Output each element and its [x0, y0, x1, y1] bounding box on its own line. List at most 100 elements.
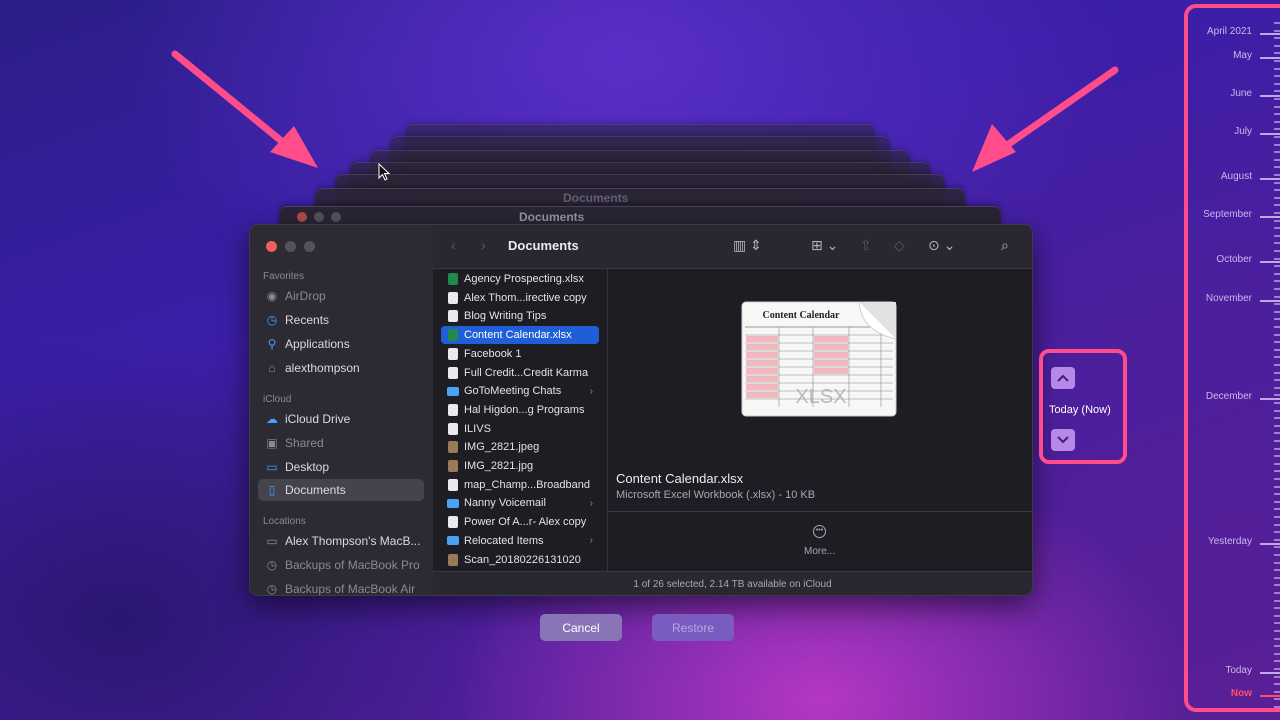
search-button[interactable]: ⌕: [1001, 237, 1009, 254]
timeline-tick: [1274, 470, 1280, 473]
timeline-label[interactable]: September: [1203, 209, 1252, 220]
timeline-tick: [1274, 272, 1280, 275]
sidebar-item-shared[interactable]: ▣ Shared: [258, 432, 424, 454]
timeline-tick: [1274, 424, 1280, 427]
file-list-item[interactable]: Content Calendar.xlsx: [441, 326, 599, 345]
sidebar-item-recents[interactable]: ◷ Recents: [258, 309, 424, 331]
cancel-button[interactable]: Cancel: [540, 614, 622, 641]
timeline-tick: [1274, 295, 1280, 298]
clock-icon: ◷: [266, 313, 278, 327]
timeline-major-tick: [1260, 261, 1280, 263]
close-button[interactable]: [266, 241, 277, 252]
sidebar-item-applications[interactable]: ⚲ Applications: [258, 333, 424, 355]
timeline-major-tick: [1260, 695, 1280, 697]
timeline-label[interactable]: December: [1206, 391, 1252, 402]
sidebar-item-icloud-drive[interactable]: ☁ iCloud Drive: [258, 408, 424, 430]
timeline-tick: [1274, 554, 1280, 556]
file-list-item[interactable]: Relocated Items ›: [441, 532, 599, 550]
timeline-tick: [1274, 52, 1280, 55]
tag-button[interactable]: ◇: [894, 237, 905, 254]
backup-timeline[interactable]: April 2021 May June July August September Octo…: [1184, 4, 1280, 712]
timeline-tick: [1274, 22, 1280, 24]
share-button[interactable]: ⇧: [860, 237, 872, 254]
more-button[interactable]: More...: [804, 546, 835, 557]
file-list-item[interactable]: Scan_20180226131020: [441, 551, 599, 569]
timeline-tick: [1274, 143, 1280, 146]
airdrop-icon: ◉: [266, 289, 278, 303]
home-icon: ⌂: [268, 361, 276, 375]
restore-button[interactable]: Restore: [652, 614, 734, 641]
zoom-dot-icon: [331, 212, 341, 222]
file-list-item[interactable]: Alex Thom...irective copy: [441, 289, 599, 307]
timeline-label[interactable]: June: [1230, 88, 1252, 99]
minimize-button[interactable]: [285, 241, 296, 252]
timeline-tick: [1274, 219, 1280, 222]
timeline-tick: [1274, 402, 1280, 404]
document-file-icon: [448, 403, 458, 416]
timeline-label[interactable]: August: [1221, 171, 1252, 182]
timeline-label[interactable]: April 2021: [1207, 26, 1252, 37]
file-list-item[interactable]: Nanny Voicemail ›: [441, 494, 599, 512]
file-list-item[interactable]: Power Of A...r- Alex copy: [441, 513, 599, 531]
timeline-major-tick: [1260, 672, 1280, 674]
file-list-item[interactable]: map_Champ...Broadband: [441, 476, 599, 494]
view-columns-button[interactable]: ▥ ⇕: [733, 237, 762, 254]
timeline-tick: [1274, 447, 1280, 450]
timeline-tick: [1274, 706, 1280, 708]
zoom-button[interactable]: [304, 241, 315, 252]
file-list-item[interactable]: Agency Prospecting.xlsx: [441, 270, 599, 288]
file-list-item[interactable]: GoToMeeting Chats ›: [441, 382, 599, 400]
forward-button[interactable]: ›: [481, 237, 486, 253]
sidebar-item-label: Desktop: [285, 460, 330, 474]
timeline-label[interactable]: October: [1216, 254, 1252, 265]
sidebar-item-documents[interactable]: ▯ Documents: [258, 479, 424, 501]
timeline-label[interactable]: Yesterday: [1208, 536, 1252, 547]
file-name: GoToMeeting Chats: [464, 385, 562, 398]
sidebar-item-backups-air[interactable]: ◷ Backups of MacBook Air: [258, 578, 424, 596]
timeline-tick: [1274, 508, 1280, 511]
sidebar: Favorites ◉ AirDrop ◷ Recents ⚲ Applicat…: [250, 225, 433, 595]
sidebar-item-home[interactable]: ⌂ alexthompson: [258, 357, 424, 379]
file-list-item[interactable]: Full Credit...Credit Karma: [441, 364, 599, 382]
timeline-label[interactable]: Today: [1225, 665, 1252, 676]
file-list-item[interactable]: Hal Higdon...g Programs: [441, 401, 599, 419]
file-list-item[interactable]: ILIVS: [441, 420, 599, 438]
timeline-tick: [1274, 561, 1280, 564]
sidebar-item-desktop[interactable]: ▭ Desktop: [258, 456, 424, 478]
sidebar-item-label: Applications: [285, 337, 350, 351]
timeline-now-label[interactable]: Now: [1231, 688, 1252, 699]
timeline-label[interactable]: May: [1233, 50, 1252, 61]
cloud-icon: ☁: [266, 412, 278, 426]
earlier-backup-button[interactable]: [1051, 367, 1075, 389]
timeline-tick: [1274, 75, 1280, 78]
later-backup-button[interactable]: [1051, 429, 1075, 451]
group-button[interactable]: ⊞ ⌄: [811, 237, 838, 254]
file-name: IMG_2821.jpg: [464, 460, 534, 472]
timeline-tick: [1274, 500, 1280, 503]
timeline-tick: [1274, 136, 1280, 138]
ghost-window-title: Documents: [519, 210, 585, 224]
current-snapshot-label: Today (Now): [1049, 404, 1111, 416]
file-list-item[interactable]: IMG_2821.jpeg: [441, 438, 599, 456]
file-list-item[interactable]: Blog Writing Tips: [441, 307, 599, 325]
file-list-item[interactable]: Facebook 1: [441, 345, 599, 363]
back-button[interactable]: ‹: [451, 237, 456, 253]
more-icon[interactable]: •••: [813, 525, 826, 538]
timeline-tick: [1274, 303, 1280, 306]
timeline-label[interactable]: July: [1234, 126, 1252, 137]
sidebar-item-macbook[interactable]: ▭ Alex Thompson's MacB...: [258, 530, 424, 552]
timeline-tick: [1274, 683, 1280, 686]
backup-clock-icon: ◷: [266, 582, 278, 596]
timeline-tick: [1274, 120, 1280, 123]
sidebar-item-airdrop[interactable]: ◉ AirDrop: [258, 285, 424, 307]
file-name: Scan_20180226131020: [464, 553, 581, 566]
timeline-tick: [1274, 128, 1280, 131]
spreadsheet-thumbnail-icon: Content Calendar XLSX: [741, 301, 897, 417]
sidebar-item-backups-pro[interactable]: ◷ Backups of MacBook Pro: [258, 554, 424, 576]
timeline-tick: [1274, 569, 1280, 572]
sidebar-item-label: iCloud Drive: [285, 412, 351, 426]
file-list-item[interactable]: IMG_2821.jpg: [441, 457, 599, 475]
more-actions-button[interactable]: ⊙ ⌄: [928, 237, 955, 254]
file-name: Nanny Voicemail: [464, 497, 546, 510]
timeline-label[interactable]: November: [1206, 293, 1252, 304]
